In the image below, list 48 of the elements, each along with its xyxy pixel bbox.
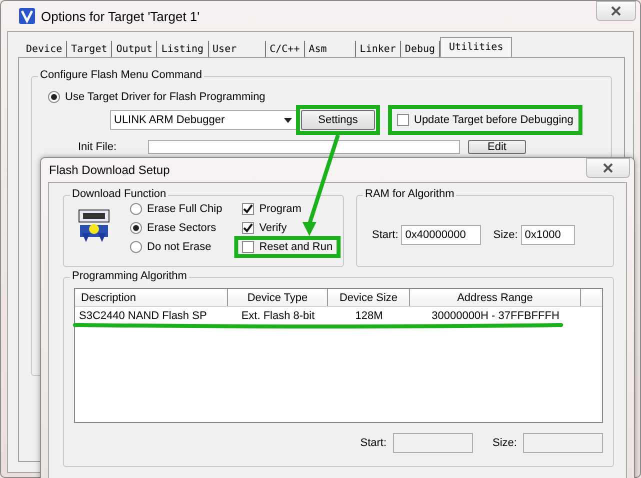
size-label: Size: (493, 229, 518, 241)
column-header[interactable]: Device Type (228, 289, 328, 306)
driver-dropdown[interactable]: ULINK ARM Debugger (110, 110, 297, 130)
checkbox-label: Program (259, 203, 302, 215)
close-icon (611, 6, 621, 16)
init-file-field[interactable] (148, 140, 460, 154)
dialog-title: Flash Download Setup (49, 163, 170, 177)
checkbox[interactable] (242, 222, 254, 234)
checkbox[interactable] (242, 203, 254, 215)
start-label: Start: (360, 437, 387, 449)
checkbox[interactable] (397, 114, 409, 126)
start-field[interactable]: 0x40000000 (401, 225, 482, 245)
column-header[interactable]: Description (75, 289, 228, 306)
algorithm-list[interactable]: Description Device Type Device Size Address Range S3C2440 NAND Flash SP Ext. Flash 8-bit 128M 30000000H - 37FFBFFFH (74, 288, 603, 423)
group-title: RAM for Algorithm (363, 188, 456, 200)
edit-button[interactable]: Edit (468, 140, 526, 154)
group-title: Download Function (70, 188, 168, 200)
start-label: Start: (372, 229, 398, 241)
close-button[interactable] (586, 158, 630, 178)
window-title: Options for Target 'Target 1' (41, 8, 200, 24)
radio-button[interactable]: Use Target Driver for Flash Programming (48, 91, 266, 103)
radio-button[interactable]: Erase Sectors (130, 222, 222, 234)
size-label: Size: (492, 437, 517, 449)
checkbox-label: Verify (259, 222, 287, 234)
size-field[interactable]: 0x1000 (520, 225, 575, 245)
radio-button[interactable]: Erase Full Chip (130, 203, 222, 215)
close-icon (603, 163, 613, 173)
table-cell-text: 128M (354, 310, 384, 322)
table-cell-text: S3C2440 NAND Flash SP (78, 310, 208, 322)
table-cell-text: Ext. Flash 8-bit (240, 310, 316, 322)
app-icon (19, 8, 35, 24)
load-icon (78, 209, 110, 243)
dropdown-arrow-icon (284, 118, 292, 122)
size-field[interactable] (523, 433, 603, 453)
init-file-label: Init File: (78, 141, 118, 153)
settings-button[interactable]: Settings (301, 110, 375, 130)
group-title: Configure Flash Menu Command (38, 69, 204, 81)
checkbox-label: Reset and Run (259, 241, 333, 253)
table-cell-text: 30000000H - 37FFBFFFH (430, 310, 560, 322)
column-header[interactable]: Address Range (410, 289, 581, 306)
column-header[interactable]: Device Size (328, 289, 410, 306)
radio-button[interactable]: Do not Erase (130, 241, 222, 253)
group-title: Programming Algorithm (70, 270, 189, 282)
checkbox[interactable] (242, 241, 254, 253)
tab[interactable]: Utilities (440, 37, 512, 57)
start-field[interactable] (392, 433, 473, 453)
close-button[interactable] (596, 1, 636, 21)
checkbox-label: Update Target before Debugging (414, 114, 574, 126)
